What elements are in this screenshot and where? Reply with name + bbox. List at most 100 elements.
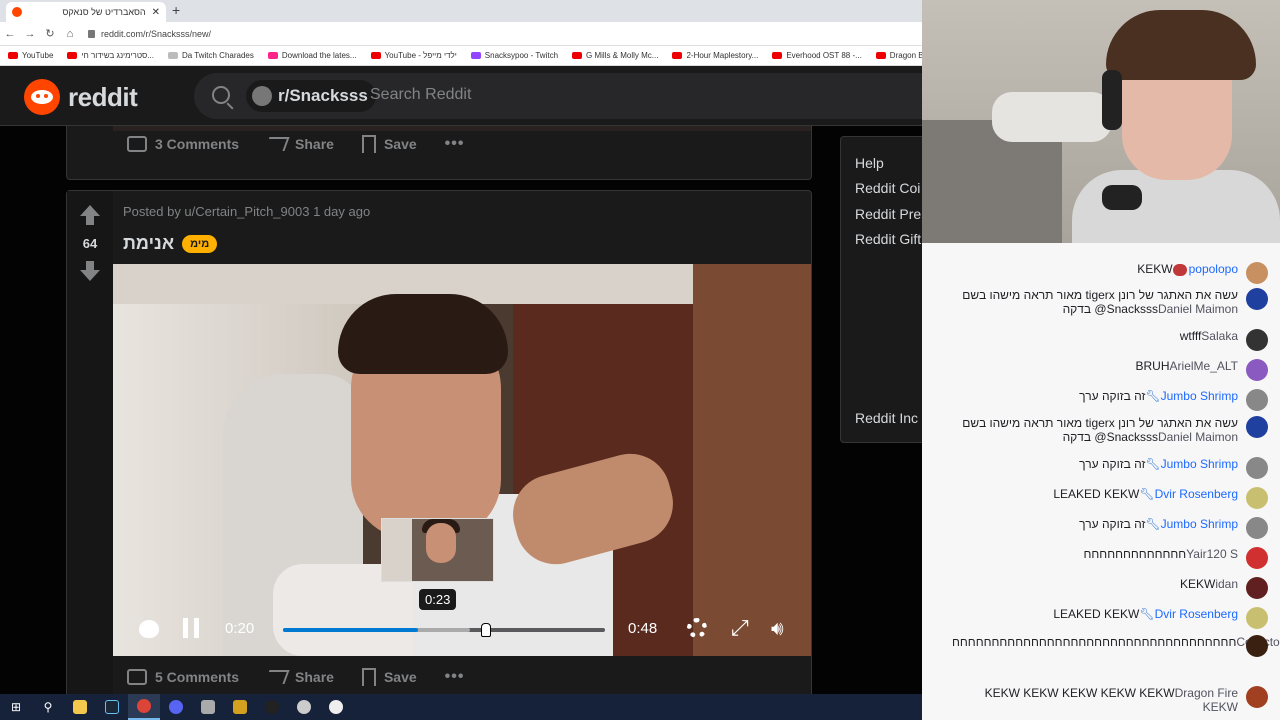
app-icon[interactable] xyxy=(224,694,256,720)
chat-avatar[interactable] xyxy=(1246,262,1268,284)
more-options-button[interactable]: ••• xyxy=(445,668,465,686)
post-title[interactable]: אנימת xyxy=(123,233,174,254)
chat-username[interactable]: Dvir Rosenberg xyxy=(1155,487,1238,501)
sidebar-item-help[interactable]: Help xyxy=(855,155,884,171)
bookmark[interactable]: סטרימינג בשידור חי... xyxy=(67,51,154,60)
forward-icon[interactable]: → xyxy=(20,28,40,40)
chat-message-text: זה בזוקה ערך xyxy=(1079,457,1146,471)
chat-avatar[interactable] xyxy=(1246,359,1268,381)
steam-icon[interactable] xyxy=(96,694,128,720)
reddit-header: reddit r/Snacksss Search Reddit xyxy=(0,66,922,126)
close-tab-icon[interactable]: ✕ xyxy=(152,7,160,18)
chat-username[interactable]: popolopo xyxy=(1189,262,1238,276)
upvote-icon[interactable] xyxy=(79,205,101,227)
chat-avatar[interactable] xyxy=(1246,607,1268,629)
windows-start-icon[interactable]: ⊞ xyxy=(0,694,32,720)
chat-avatar[interactable] xyxy=(1246,577,1268,599)
reddit-snoo-icon[interactable] xyxy=(139,620,159,638)
address-bar: ← → ↻ ⌂ reddit.com/r/Snacksss/new/ xyxy=(0,22,922,46)
app-icon[interactable] xyxy=(192,694,224,720)
search-icon[interactable]: ⚲ xyxy=(32,694,64,720)
chat-avatar[interactable] xyxy=(1246,416,1268,438)
sidebar-item-gifts[interactable]: Reddit Gift xyxy=(855,231,921,247)
sidebar-item-coins[interactable]: Reddit Coi xyxy=(855,180,920,196)
reddit-logo-icon[interactable] xyxy=(24,79,60,115)
duration: 0:48 xyxy=(628,620,658,637)
pause-icon[interactable] xyxy=(183,618,199,638)
chat-avatar[interactable] xyxy=(1246,389,1268,411)
volume-icon[interactable]: 🔊︎ xyxy=(771,618,784,641)
chat-message: זה בזוקה ערך🔧︎Jumbo Shrimp xyxy=(940,457,1268,479)
chat-avatar[interactable] xyxy=(1246,517,1268,539)
bookmark[interactable]: YouTube - ילדי מייפל xyxy=(370,51,457,60)
more-options-button[interactable]: ••• xyxy=(445,135,465,153)
bookmark[interactable]: Dragon Ball Z xyxy=(875,51,922,60)
chat-avatar[interactable] xyxy=(1246,686,1268,708)
bookmark[interactable]: Everhood OST 88 -... xyxy=(772,51,862,60)
chrome-icon[interactable] xyxy=(128,694,160,720)
chat-username[interactable]: Salaka xyxy=(1201,329,1238,343)
post-meta[interactable]: Posted by u/Certain_Pitch_9003 1 day ago xyxy=(123,204,370,219)
chat-username[interactable]: Yair120 S xyxy=(1186,547,1238,561)
bookmark[interactable]: Da Twitch Charades xyxy=(167,51,254,60)
new-tab-icon[interactable]: + xyxy=(172,2,180,18)
chat-username[interactable]: Dvir Rosenberg xyxy=(1155,607,1238,621)
bookmark[interactable]: G Mills & Molly Mc... xyxy=(572,51,658,60)
share-button[interactable]: Share xyxy=(264,669,334,685)
chat-avatar[interactable] xyxy=(1246,487,1268,509)
subreddit-chip[interactable]: r/Snacksss xyxy=(246,80,376,112)
comments-button[interactable]: 3 Comments xyxy=(127,136,239,152)
chat-message-body: זה בזוקה ערך🔧︎Jumbo Shrimp xyxy=(1079,457,1238,471)
lock-icon xyxy=(88,29,95,38)
chat-username[interactable]: idan xyxy=(1215,577,1238,591)
progress-slider[interactable] xyxy=(283,628,605,632)
chat-avatar[interactable] xyxy=(1246,457,1268,479)
webcam-pillow xyxy=(992,92,1112,142)
chat-username[interactable]: Daniel Maimon xyxy=(1158,302,1238,316)
chat-username[interactable]: Dragon Fire KEKW xyxy=(1175,686,1238,714)
chat-username[interactable]: ArielMe_ALT xyxy=(1170,359,1238,373)
back-icon[interactable]: ← xyxy=(0,28,20,40)
file-explorer-icon[interactable] xyxy=(64,694,96,720)
bookmark[interactable]: Download the lates... xyxy=(267,51,357,60)
fullscreen-icon[interactable] xyxy=(731,615,749,641)
chat-username[interactable]: Jumbo Shrimp xyxy=(1161,389,1238,403)
chat-username[interactable]: Jumbo Shrimp xyxy=(1161,457,1238,471)
moderator-wrench-icon: 🔧︎ xyxy=(1139,607,1155,621)
chat-message: KEKW KEKW KEKW KEKW KEKWDragon Fire KEKW xyxy=(940,686,1268,714)
save-button[interactable]: Save xyxy=(361,135,417,153)
app-icon[interactable] xyxy=(320,694,352,720)
reddit-wordmark[interactable]: reddit xyxy=(68,82,138,113)
home-icon[interactable]: ⌂ xyxy=(60,28,80,40)
chat-avatar[interactable] xyxy=(1246,329,1268,351)
search-input[interactable]: r/Snacksss Search Reddit xyxy=(194,73,922,119)
bookmark[interactable]: Snacksypoo - Twitch xyxy=(470,51,558,60)
sidebar-item-premium[interactable]: Reddit Pre xyxy=(855,206,921,222)
chat-avatar[interactable] xyxy=(1246,547,1268,569)
windows-taskbar: ⊞ ⚲ xyxy=(0,694,922,720)
save-button[interactable]: Save xyxy=(361,668,417,686)
chat-username[interactable]: Daniel Maimon xyxy=(1158,430,1238,444)
chat-username[interactable]: Jumbo Shrimp xyxy=(1161,517,1238,531)
post-flair[interactable]: מימ xyxy=(182,234,218,253)
downvote-icon[interactable] xyxy=(79,261,101,283)
settings-gear-icon[interactable] xyxy=(687,618,707,638)
discord-icon[interactable] xyxy=(160,694,192,720)
stream-chat: KEKW popolopo מאור תראה מישהו בשם tigerx ע… xyxy=(922,243,1280,720)
comments-button[interactable]: 5 Comments xyxy=(127,669,239,685)
browser-tab[interactable]: הסאברדיט של סנאקס ✕ xyxy=(6,2,166,22)
chat-avatar[interactable] xyxy=(1246,635,1268,657)
chat-avatar[interactable] xyxy=(1246,288,1268,310)
twitch-icon xyxy=(470,52,481,59)
reload-icon[interactable]: ↻ xyxy=(40,27,60,40)
video-player[interactable]: 0:23 0:20 0:48 🔊︎ xyxy=(113,264,811,656)
share-button[interactable]: Share xyxy=(264,136,334,152)
app-icon[interactable] xyxy=(256,694,288,720)
sidebar-item-inc[interactable]: Reddit Inc xyxy=(855,410,918,426)
bookmark[interactable]: YouTube xyxy=(8,51,53,60)
bookmark-icon xyxy=(361,135,376,153)
url-field[interactable]: reddit.com/r/Snacksss/new/ xyxy=(88,29,211,39)
bookmark[interactable]: 2-Hour Maplestory... xyxy=(672,51,758,60)
app-icon[interactable] xyxy=(288,694,320,720)
previous-post-actions: 3 Comments Share Save ••• xyxy=(127,135,464,153)
